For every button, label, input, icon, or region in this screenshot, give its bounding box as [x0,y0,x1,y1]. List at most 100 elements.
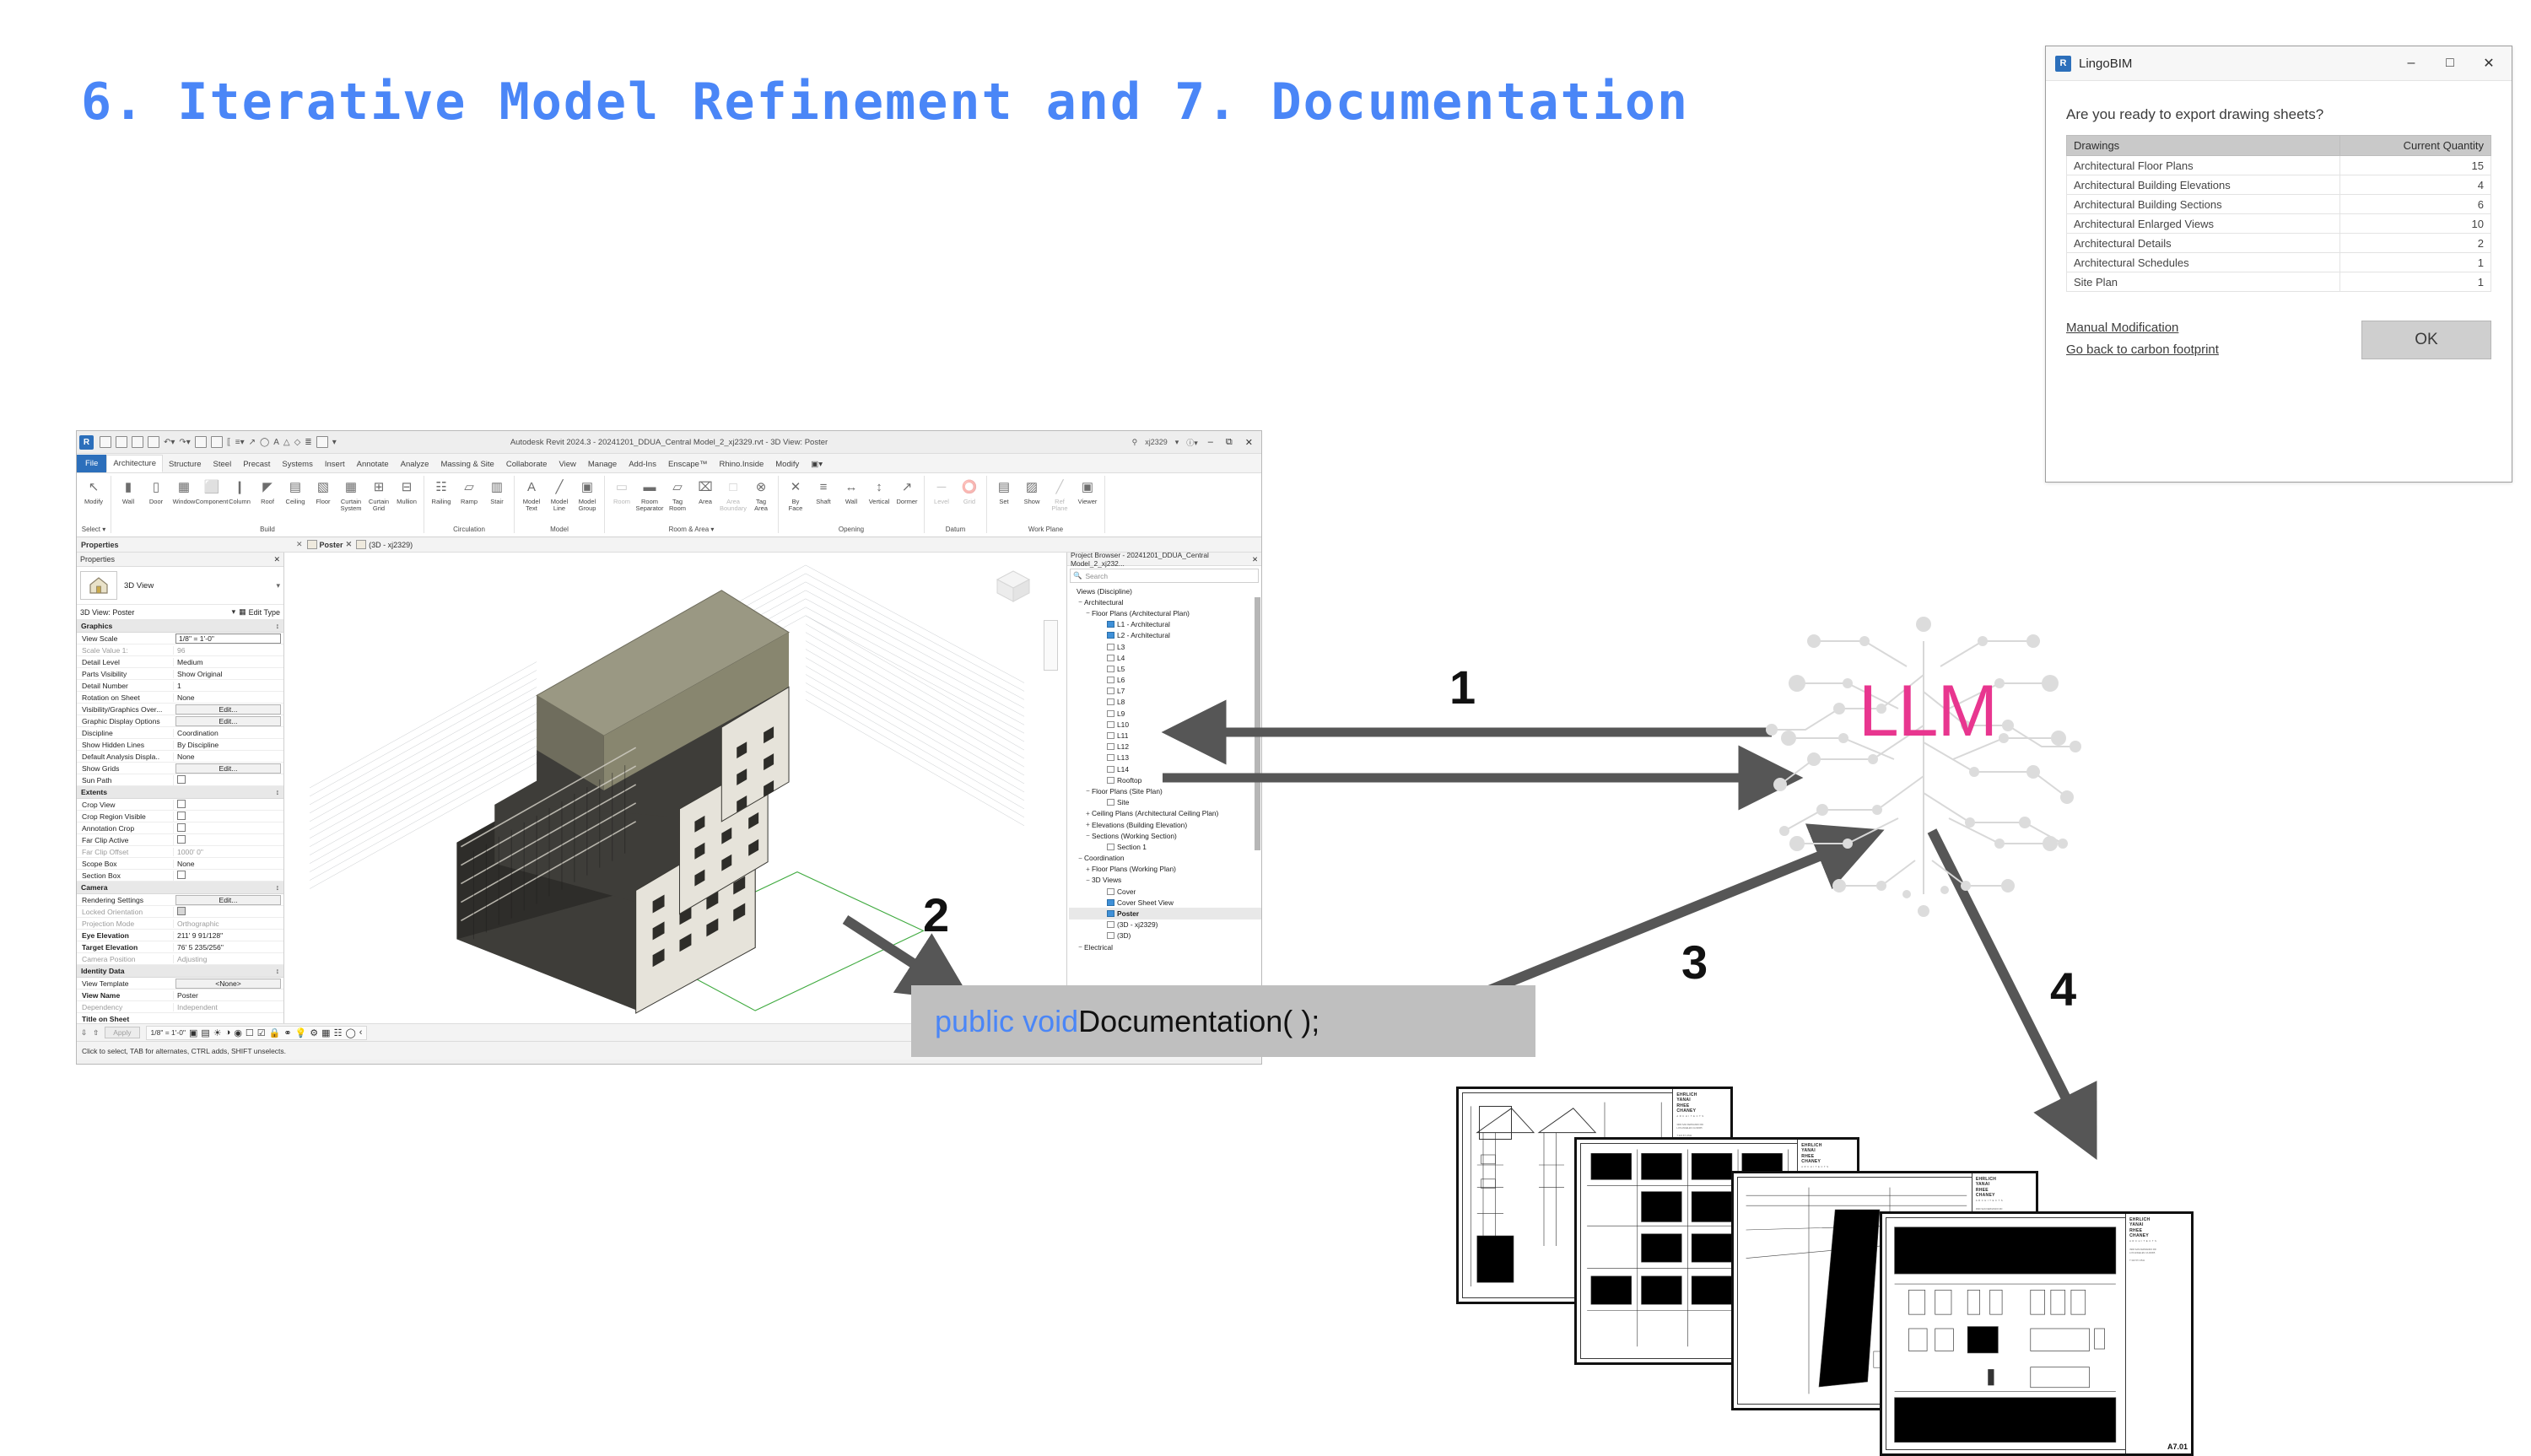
help-icon[interactable]: ⓘ▾ [1186,437,1198,448]
viewcube[interactable] [989,564,1038,608]
properties-type-selector[interactable]: 3D View ▾ [77,567,283,605]
ribbon-button-dormer[interactable]: ↗ Dormer [893,476,920,505]
property-value[interactable]: <None> [175,978,281,989]
browser-node-sections-working-section[interactable]: − Sections (Working Section) [1069,830,1261,841]
restore-button[interactable]: ⧉ [1223,437,1235,448]
crop-view-off-icon[interactable]: ☐ [246,1027,254,1038]
property-row[interactable]: Show Hidden Lines By Discipline [77,739,283,751]
ribbon-button-viewer[interactable]: ▣ Viewer [1074,476,1101,505]
property-row[interactable]: Detail Number 1 [77,680,283,692]
browser-node-site[interactable]: Site [1069,797,1261,808]
property-row[interactable]: Annotation Crop [77,822,283,834]
drawing-sheet[interactable]: EHRLICH YANAI RHEE CHANEY A R C H I T E … [1880,1211,2194,1456]
ribbon-tab-systems[interactable]: Systems [276,456,318,472]
property-row[interactable]: Detail Level Medium [77,656,283,668]
ribbon-button-wall[interactable]: ↔ Wall [838,476,865,505]
edit-type-button[interactable]: ▦ Edit Type [239,607,280,617]
ribbon-button-ramp[interactable]: ▱ Ramp [456,476,483,505]
property-row[interactable]: Projection Mode Orthographic [77,918,283,930]
expander-icon[interactable]: − [1077,855,1084,862]
property-value[interactable]: Edit... [175,894,281,905]
visual-style-icon[interactable]: ▤ [201,1027,209,1038]
ribbon-button-shaft[interactable]: ≡ Shaft [810,476,837,505]
browser-node-views-discipline[interactable]: Views (Discipline) [1069,585,1261,596]
ribbon-button-wall[interactable]: ▮ Wall [115,476,142,505]
ribbon-button-show[interactable]: ▨ Show [1018,476,1045,505]
properties-close-icon[interactable]: ✕ [273,555,280,564]
ribbon-button-stair[interactable]: ▥ Stair [483,476,510,505]
browser-node-3d-views[interactable]: −3D Views [1069,875,1261,886]
temporary-view-properties-icon[interactable]: ⚙ [310,1027,318,1038]
go-back-carbon-footprint-link[interactable]: Go back to carbon footprint [2066,342,2219,357]
ribbon-button-mullion[interactable]: ⊟ Mullion [393,476,420,505]
ribbon-button-room-separator[interactable]: ▬ Room Separator [636,476,664,512]
new-icon[interactable] [100,436,111,448]
sun-path-icon[interactable]: ☀ [213,1027,222,1038]
navigation-bar[interactable] [1044,620,1058,671]
save-icon[interactable] [132,436,143,448]
expander-icon[interactable]: + [1084,810,1092,817]
property-row[interactable]: View Scale 1/8" = 1'-0" [77,633,283,644]
property-value[interactable]: By Discipline [173,740,283,749]
property-value[interactable]: None [173,752,283,761]
browser-scrollbar[interactable] [1255,585,1260,1023]
property-value[interactable]: Coordination [173,728,283,737]
shadows-icon[interactable]: ◑ [225,1027,231,1038]
ribbon-panel[interactable]: ↖ Modify Select ▾ ▮ Wall ▯ Door ▦ Window ⬜ Compone… [77,473,1261,537]
property-value[interactable]: Edit... [175,704,281,715]
expander-icon[interactable]: − [1084,609,1092,617]
property-row[interactable]: Visibility/Graphics Over... Edit... [77,704,283,715]
browser-node-l3[interactable]: L3 [1069,641,1261,652]
property-row[interactable]: Parts Visibility Show Original [77,668,283,680]
ribbon-button-component[interactable]: ⬜ Component [196,476,229,505]
property-value[interactable] [173,906,283,917]
project-browser-search[interactable]: 🔍 Search [1070,569,1259,583]
save-as-icon[interactable] [148,436,159,448]
lock-3d-view-icon[interactable]: 🔒 [269,1027,281,1038]
sort-group-icon[interactable]: ⇧ [93,1028,99,1038]
collapse-icon[interactable]: ↕ [276,622,279,630]
ribbon-tab-rhino-inside[interactable]: Rhino.Inside [713,456,769,472]
ribbon-tab-precast[interactable]: Precast [237,456,276,472]
detail-level-icon[interactable]: ▣ [189,1027,197,1038]
property-row[interactable]: Scale Value 1: 96 [77,644,283,656]
property-row[interactable]: Sun Path [77,774,283,786]
view-control-bar[interactable]: 1/8" = 1'-0" ▣ ▤ ☀ ◑ ◉ ☐ ☑ 🔒 ⚭ 💡 ⚙ ▦ ☷ ◯… [145,1025,368,1040]
quick-access-toolbar[interactable]: ↶▾ ↷▾ ⟦ ≡▾ ↗ ◯ A △ ◇ ≣ ▾ [100,436,337,448]
ribbon-button-door[interactable]: ▯ Door [143,476,170,505]
property-value[interactable]: Orthographic [173,919,283,928]
property-value[interactable]: None [173,859,283,868]
ribbon-button-tag-area[interactable]: ⊗ Tag Area [747,476,774,512]
browser-node-l2-architectural[interactable]: L2 - Architectural [1069,630,1261,641]
view-tabs[interactable]: ✕ Poster ✕ (3D - xj2329) [292,540,413,549]
property-row[interactable]: Show Grids Edit... [77,763,283,774]
property-row[interactable]: Eye Elevation 211' 9 91/128" [77,930,283,941]
ribbon-tab-enscape[interactable]: Enscape™ [662,456,713,472]
ribbon-tab-insert[interactable]: Insert [319,456,351,472]
ribbon-button-roof[interactable]: ◤ Roof [254,476,281,505]
open-icon[interactable] [116,436,127,448]
ribbon-button-floor[interactable]: ▧ Floor [310,476,337,505]
property-row[interactable]: Far Clip Offset 1000' 0" [77,846,283,858]
property-value[interactable]: Show Original [173,669,283,678]
property-value[interactable] [173,811,283,822]
property-row[interactable]: Title on Sheet [77,1013,283,1023]
align-icon[interactable]: ≡▾ [235,438,245,447]
property-value[interactable]: 1 [173,681,283,690]
browser-node-l4[interactable]: L4 [1069,652,1261,663]
property-row[interactable]: Dependency Independent [77,1001,283,1013]
property-row[interactable]: Far Clip Active [77,834,283,846]
property-value[interactable]: Independent [173,1002,283,1011]
property-row[interactable]: Rotation on Sheet None [77,692,283,704]
ribbon-button-vertical[interactable]: ↕ Vertical [866,476,893,505]
browser-node-l9[interactable]: L9 [1069,708,1261,719]
ribbon-button-area[interactable]: ⌧ Area [692,476,719,505]
property-value[interactable]: 1000' 0" [173,847,283,856]
browser-node-architectural[interactable]: − Architectural [1069,596,1261,607]
property-row[interactable]: Section Box [77,870,283,882]
ribbon-button-window[interactable]: ▦ Window [170,476,197,505]
constraints-icon[interactable]: ☷ [334,1027,343,1038]
dialog-close-button[interactable]: ✕ [2469,47,2508,80]
measure-icon[interactable]: ⟦ [227,438,231,447]
properties-instance-row[interactable]: 3D View: Poster ▾ ▦ Edit Type [77,605,283,620]
